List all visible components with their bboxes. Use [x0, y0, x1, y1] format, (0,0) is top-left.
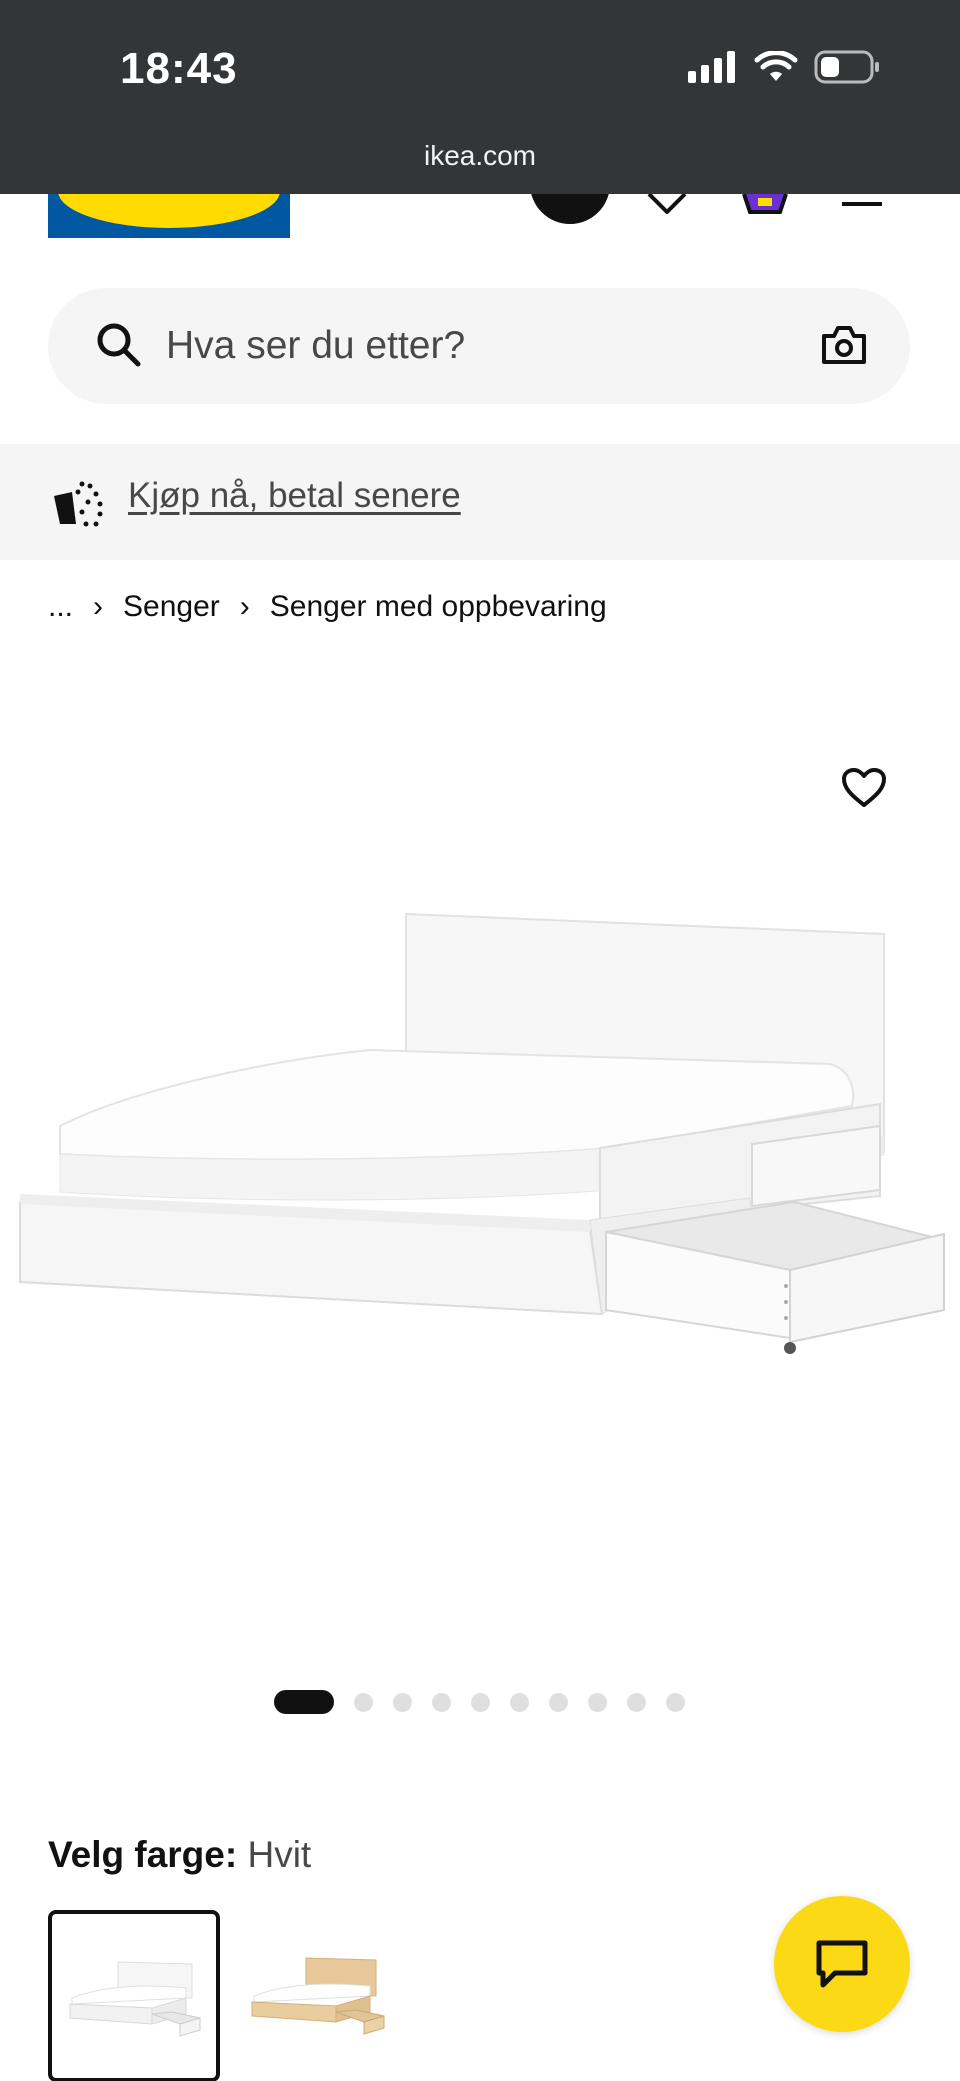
carousel-dot[interactable] — [627, 1692, 646, 1712]
breadcrumb-ellipsis[interactable]: ... — [48, 590, 73, 624]
status-bar: 18:43 ikea.com — [0, 0, 960, 194]
color-select-value: Hvit — [247, 1834, 312, 1875]
shopping-bag-icon — [54, 481, 103, 527]
site-header — [0, 194, 960, 250]
search-input[interactable] — [166, 318, 766, 374]
color-select-label: Velg farge: Hvit — [48, 1834, 311, 1876]
carousel-dot[interactable] — [588, 1692, 607, 1712]
carousel-dot[interactable] — [510, 1692, 529, 1712]
product-image[interactable] — [10, 900, 950, 1460]
url-text[interactable]: ikea.com — [0, 140, 960, 172]
status-icons — [688, 50, 880, 84]
carousel-pagination — [274, 1690, 685, 1714]
chat-button[interactable] — [774, 1896, 910, 2032]
promo-link[interactable]: Kjøp nå, betal senere — [128, 476, 461, 516]
cart-icon[interactable] — [740, 194, 790, 216]
status-time: 18:43 — [120, 44, 238, 93]
breadcrumb: ... › Senger › Senger med oppbevaring — [48, 590, 607, 624]
color-select-heading: Velg farge: — [48, 1834, 238, 1875]
search-bar[interactable] — [48, 288, 910, 404]
carousel-dot[interactable] — [432, 1692, 451, 1712]
camera-icon[interactable] — [820, 324, 868, 366]
chevron-right-icon: › — [239, 590, 250, 623]
carousel-dot[interactable] — [354, 1692, 373, 1712]
carousel-dot[interactable] — [549, 1692, 568, 1712]
color-swatch-white[interactable] — [48, 1910, 220, 2081]
chevron-right-icon: › — [93, 590, 104, 623]
search-icon — [97, 323, 141, 367]
wifi-icon — [754, 51, 798, 81]
promo-banner[interactable]: Kjøp nå, betal senere — [0, 444, 960, 560]
breadcrumb-item-senger-med-oppbevaring[interactable]: Senger med oppbevaring — [270, 590, 607, 624]
logo-oval — [58, 194, 280, 228]
oak-bed-thumbnail — [251, 1957, 385, 2035]
chat-icon — [816, 1940, 868, 1988]
avatar[interactable] — [530, 194, 610, 224]
carousel-dot[interactable] — [471, 1692, 490, 1712]
heart-icon — [842, 768, 886, 807]
carousel-dot[interactable] — [666, 1692, 685, 1712]
heart-icon[interactable] — [646, 194, 688, 214]
menu-icon[interactable] — [842, 200, 882, 210]
carousel-dot[interactable] — [274, 1690, 334, 1714]
carousel-dot[interactable] — [393, 1692, 412, 1712]
signal-icon — [688, 51, 735, 83]
ikea-logo[interactable] — [48, 194, 290, 238]
battery-icon — [814, 50, 879, 84]
color-swatch-oak[interactable] — [232, 1910, 404, 2081]
white-bed-thumbnail — [69, 1961, 201, 2037]
breadcrumb-item-senger[interactable]: Senger — [123, 590, 220, 624]
add-to-favourites-button[interactable] — [836, 760, 892, 816]
